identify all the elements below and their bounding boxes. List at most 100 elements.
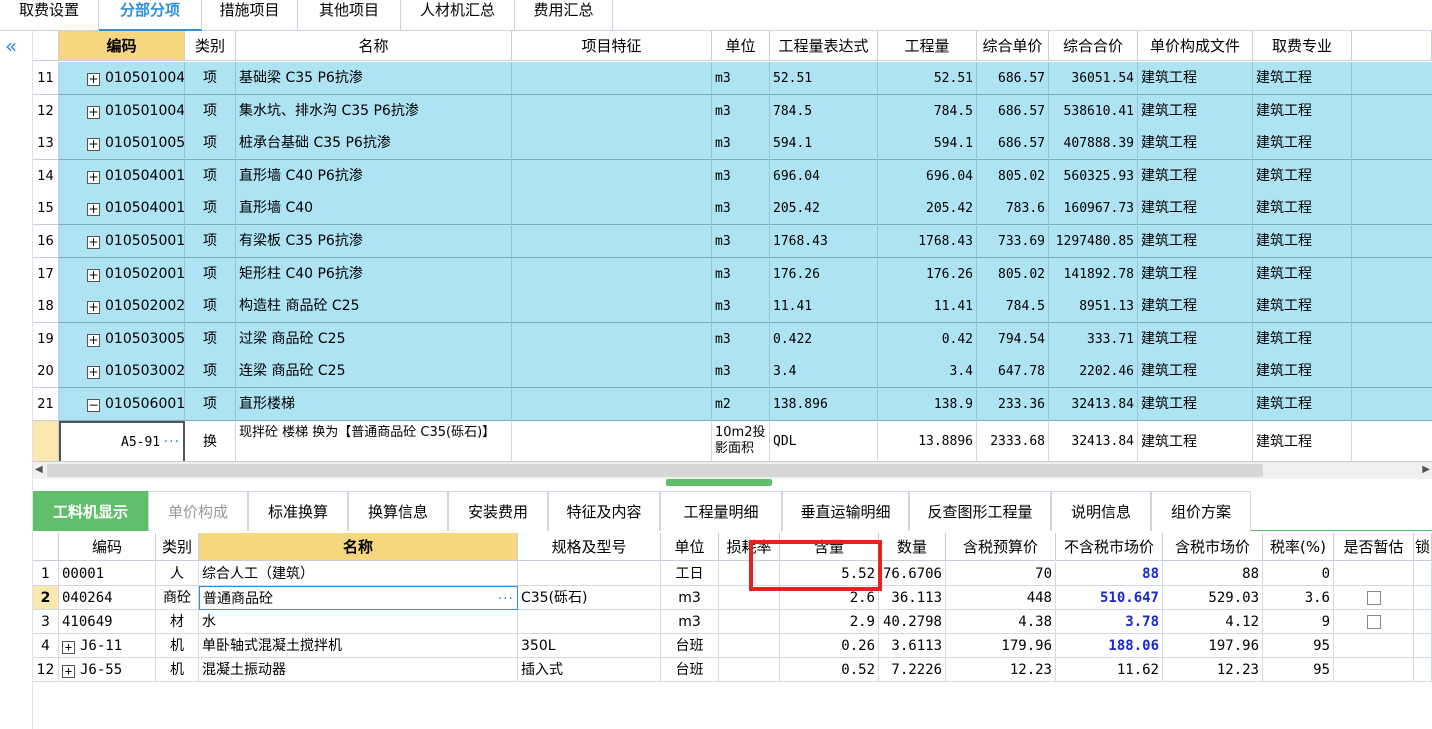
cell-lock[interactable] (1414, 634, 1432, 658)
tab-description[interactable]: 说明信息 (1051, 491, 1151, 531)
cell-rate[interactable]: 0 (1263, 562, 1334, 586)
tab-division-items[interactable]: 分部分项 (99, 0, 202, 31)
cell-spec[interactable]: C35(砾石) (518, 586, 661, 610)
cell-major[interactable]: 建筑工程 (1253, 322, 1352, 356)
cell-type[interactable]: 项 (185, 94, 236, 128)
cell-unit[interactable]: m3 (712, 127, 770, 161)
cell-code[interactable]: + J6-55 (59, 658, 156, 682)
cell-price[interactable]: 805.02 (977, 159, 1049, 193)
cell-file[interactable]: 建筑工程 (1138, 127, 1253, 161)
cell-code[interactable]: 00001 (59, 562, 156, 586)
cell-name[interactable]: 桩承台基础 C35 P6抗渗 (236, 127, 512, 161)
col-spec[interactable]: 规格及型号 (518, 533, 661, 561)
cell-code[interactable]: +010501004003 (59, 94, 185, 128)
cell-type[interactable]: 材 (156, 610, 199, 634)
cell-rate[interactable]: 95 (1263, 634, 1334, 658)
cell-mkttax[interactable]: 4.12 (1163, 610, 1263, 634)
cell-unit[interactable]: m2 (712, 388, 770, 421)
col-provisional[interactable]: 是否暂估 (1334, 533, 1414, 561)
cell-type[interactable]: 项 (185, 355, 236, 389)
tab-install-cost[interactable]: 安装费用 (448, 491, 548, 531)
cell-spec[interactable]: 插入式 (518, 658, 661, 682)
cell-file[interactable]: 建筑工程 (1138, 322, 1253, 356)
double-chevron-left-icon[interactable]: « (5, 36, 17, 56)
tab-other-items[interactable]: 其他项目 (298, 0, 401, 31)
cell-unit[interactable]: m3 (712, 62, 770, 95)
col-header-price-file[interactable]: 单价构成文件 (1138, 31, 1253, 61)
cell-total[interactable]: 560325.93 (1049, 159, 1138, 193)
cell-qty[interactable]: 3.6113 (879, 634, 946, 658)
cell-code[interactable]: +010503002001 (59, 355, 185, 389)
cell-code[interactable]: +010503005001 (59, 322, 185, 356)
col-header-unit-price[interactable]: 综合单价 (977, 31, 1049, 61)
cell-expr[interactable]: 696.04 (770, 159, 878, 193)
cell-type[interactable]: 项 (185, 290, 236, 324)
cell-loss[interactable] (719, 634, 780, 658)
sub-cell-name[interactable]: 现拌砼 楼梯 换为【普通商品砼 C35(砾石)】 (236, 420, 512, 461)
cell-code[interactable]: −010506001001 (59, 388, 185, 421)
cell-code[interactable]: +010505001001 (59, 225, 185, 258)
cell-name[interactable]: 构造柱 商品砼 C25 (236, 290, 512, 324)
cell-content[interactable]: 0.26 (780, 634, 879, 658)
cell-type[interactable]: 项 (185, 257, 236, 291)
cell-spec[interactable] (518, 562, 661, 586)
cell-feature[interactable] (512, 225, 712, 258)
ellipsis-button[interactable]: ··· (498, 587, 514, 609)
cell-total[interactable]: 141892.78 (1049, 257, 1138, 291)
cell-price[interactable]: 233.36 (977, 388, 1049, 421)
cell-expr[interactable]: 594.1 (770, 127, 878, 161)
cell-feature[interactable] (512, 127, 712, 161)
cell-name[interactable]: 直形墙 C40 (236, 192, 512, 226)
cell-qty[interactable]: 1768.43 (878, 225, 977, 258)
cell-file[interactable]: 建筑工程 (1138, 94, 1253, 128)
cell-name[interactable]: 基础梁 C35 P6抗渗 (236, 62, 512, 95)
cell-lock[interactable] (1414, 658, 1432, 682)
cell-major[interactable]: 建筑工程 (1253, 388, 1352, 421)
cell-expr[interactable]: 784.5 (770, 94, 878, 128)
cell-lock[interactable] (1414, 610, 1432, 634)
cell-major[interactable]: 建筑工程 (1253, 257, 1352, 291)
cell-qty[interactable]: 0.42 (878, 322, 977, 356)
cell-mkt[interactable]: 11.62 (1056, 658, 1163, 682)
cell-name[interactable]: 有梁板 C35 P6抗渗 (236, 225, 512, 258)
cell-type[interactable]: 项 (185, 159, 236, 193)
cell-unit[interactable]: m3 (712, 94, 770, 128)
cell-feature[interactable] (512, 388, 712, 421)
cell-feature[interactable] (512, 62, 712, 95)
cell-name[interactable]: 水 (199, 610, 518, 634)
cell-feature[interactable] (512, 290, 712, 324)
cell-expr[interactable]: 176.26 (770, 257, 878, 291)
cell-major[interactable]: 建筑工程 (1253, 225, 1352, 258)
ellipsis-button[interactable]: ··· (164, 423, 180, 461)
cell-mkttax[interactable]: 529.03 (1163, 586, 1263, 610)
cell-name[interactable]: 普通商品砼 ··· (199, 586, 518, 610)
scrollbar-thumb[interactable] (47, 464, 1263, 477)
cell-budget[interactable]: 448 (946, 586, 1056, 610)
col-header-type[interactable]: 类别 (185, 31, 236, 61)
cell-est[interactable] (1334, 586, 1414, 610)
cell-unit[interactable]: m3 (712, 225, 770, 258)
cell-expr[interactable]: 0.422 (770, 322, 878, 356)
cell-total[interactable]: 538610.41 (1049, 94, 1138, 128)
cell-est[interactable] (1334, 610, 1414, 634)
expand-icon[interactable]: + (87, 105, 100, 119)
cell-unit[interactable]: m3 (712, 192, 770, 226)
cell-price[interactable]: 686.57 (977, 62, 1049, 95)
expand-icon[interactable]: + (87, 366, 100, 380)
cell-mkt[interactable]: 510.647 (1056, 586, 1163, 610)
cell-code[interactable]: 040264 (59, 586, 156, 610)
scroll-left-arrow-icon[interactable]: ◀ (35, 464, 43, 475)
cell-rate[interactable]: 9 (1263, 610, 1334, 634)
panel-splitter-handle[interactable] (666, 479, 772, 486)
horizontal-scrollbar[interactable]: ◀ ▶ (33, 461, 1432, 479)
col-type[interactable]: 类别 (156, 533, 199, 561)
expand-icon[interactable]: + (87, 203, 100, 217)
col-header-expression[interactable]: 工程量表达式 (770, 31, 878, 61)
sub-cell-price[interactable]: 2333.68 (977, 420, 1049, 461)
cell-name[interactable]: 混凝土振动器 (199, 658, 518, 682)
expand-icon[interactable]: + (87, 268, 100, 282)
cell-major[interactable]: 建筑工程 (1253, 94, 1352, 128)
cell-code[interactable]: 410649 (59, 610, 156, 634)
cell-unit[interactable]: m3 (661, 586, 719, 610)
expand-icon[interactable]: + (87, 138, 100, 152)
